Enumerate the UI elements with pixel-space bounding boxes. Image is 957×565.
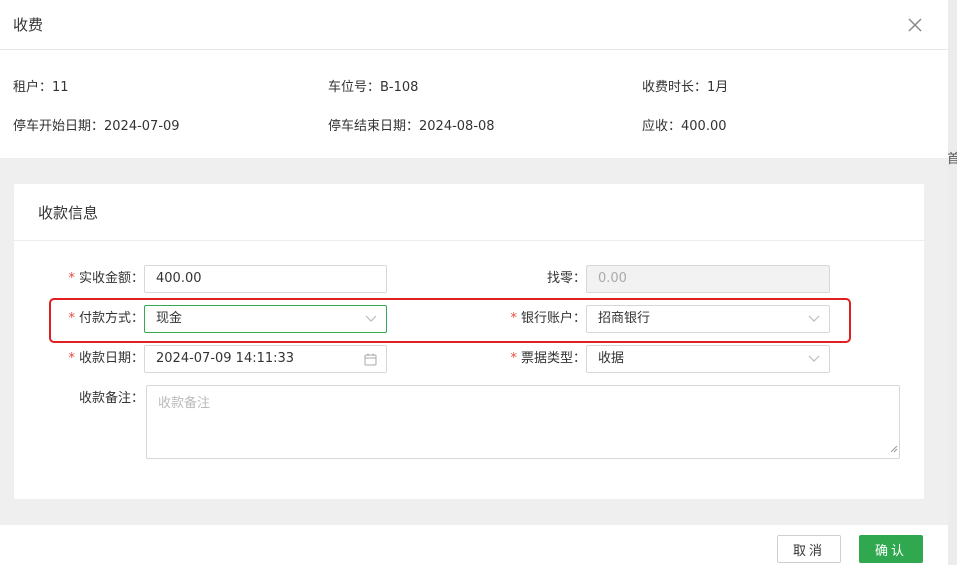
- dialog-title: 收费: [13, 16, 44, 34]
- amount-value: 400.00: [156, 271, 202, 286]
- note-label-text: 收款备注：: [78, 391, 144, 406]
- amount-input[interactable]: 400.00: [144, 265, 387, 293]
- required-mark: *: [68, 351, 75, 366]
- payment-date-picker[interactable]: 2024-07-09 14:11:33: [144, 345, 387, 373]
- note-placeholder: 收款备注: [158, 396, 211, 411]
- parking-start-date-text: 停车开始日期：2024-07-09: [13, 119, 180, 134]
- payment-date-label-text: 收款日期：: [78, 351, 144, 366]
- amount-label: * 实收金额：: [44, 265, 144, 293]
- change-placeholder: 0.00: [598, 271, 627, 286]
- parking-end-date-text: 停车结束日期：2024-08-08: [328, 119, 495, 134]
- payment-date-value: 2024-07-09 14:11:33: [156, 351, 295, 366]
- receipt-type-label-text: 票据类型：: [520, 351, 586, 366]
- required-mark: *: [68, 311, 75, 326]
- change-label-text: 找零：: [546, 271, 586, 286]
- receivable-text: 应收：400.00: [642, 119, 727, 134]
- chevron-down-icon: [808, 306, 820, 332]
- change-label: 找零：: [484, 265, 586, 293]
- payment-method-value: 现金: [156, 311, 183, 326]
- payment-date-label: * 收款日期：: [44, 345, 144, 373]
- payment-method-label: * 付款方式：: [44, 305, 144, 333]
- payment-method-label-text: 付款方式：: [78, 311, 144, 326]
- dialog-body: 收款信息 *实收金额： 400.00 找零： 0.00 *付款方式： 现金: [0, 158, 948, 525]
- chevron-down-icon: [808, 346, 820, 372]
- bank-account-value: 招商银行: [598, 311, 651, 326]
- bank-account-label: * 银行账户：: [484, 305, 586, 333]
- resize-grip-icon[interactable]: [890, 442, 898, 457]
- required-mark: *: [510, 311, 517, 326]
- charge-duration-text: 收费时长：1月: [642, 80, 729, 95]
- receipt-type-select[interactable]: 收据: [586, 345, 830, 373]
- bank-account-select[interactable]: 招商银行: [586, 305, 830, 333]
- calendar-icon: [364, 346, 377, 372]
- receipt-type-value: 收据: [598, 351, 625, 366]
- change-input: 0.00: [586, 265, 830, 293]
- tenant-text: 租户：11: [13, 80, 69, 95]
- charge-dialog: 收费 租户：11 车位号：B-108 收费时长：1月 停车开始日期：2024-0…: [0, 0, 948, 565]
- cancel-button[interactable]: 取消: [777, 535, 841, 563]
- payment-info-card: 收款信息 *实收金额： 400.00 找零： 0.00 *付款方式： 现金: [14, 184, 924, 499]
- bank-account-label-text: 银行账户：: [520, 311, 586, 326]
- receipt-type-label: * 票据类型：: [484, 345, 586, 373]
- background-fragment: 首: [947, 152, 957, 167]
- close-icon[interactable]: [904, 14, 926, 36]
- parking-space-text: 车位号：B-108: [328, 80, 419, 95]
- note-label: 收款备注：: [44, 385, 144, 413]
- chevron-down-icon: [365, 306, 377, 332]
- payment-method-select[interactable]: 现金: [144, 305, 387, 333]
- required-mark: *: [68, 271, 75, 286]
- charge-summary: 租户：11 车位号：B-108 收费时长：1月 停车开始日期：2024-07-0…: [0, 50, 948, 158]
- dialog-header: 收费: [0, 0, 948, 50]
- required-mark: *: [510, 351, 517, 366]
- note-textarea[interactable]: 收款备注: [146, 385, 900, 459]
- payment-info-title: 收款信息: [14, 184, 924, 241]
- dialog-footer: 取消 确认: [0, 525, 948, 565]
- amount-label-text: 实收金额：: [78, 271, 144, 286]
- confirm-button[interactable]: 确认: [859, 535, 923, 563]
